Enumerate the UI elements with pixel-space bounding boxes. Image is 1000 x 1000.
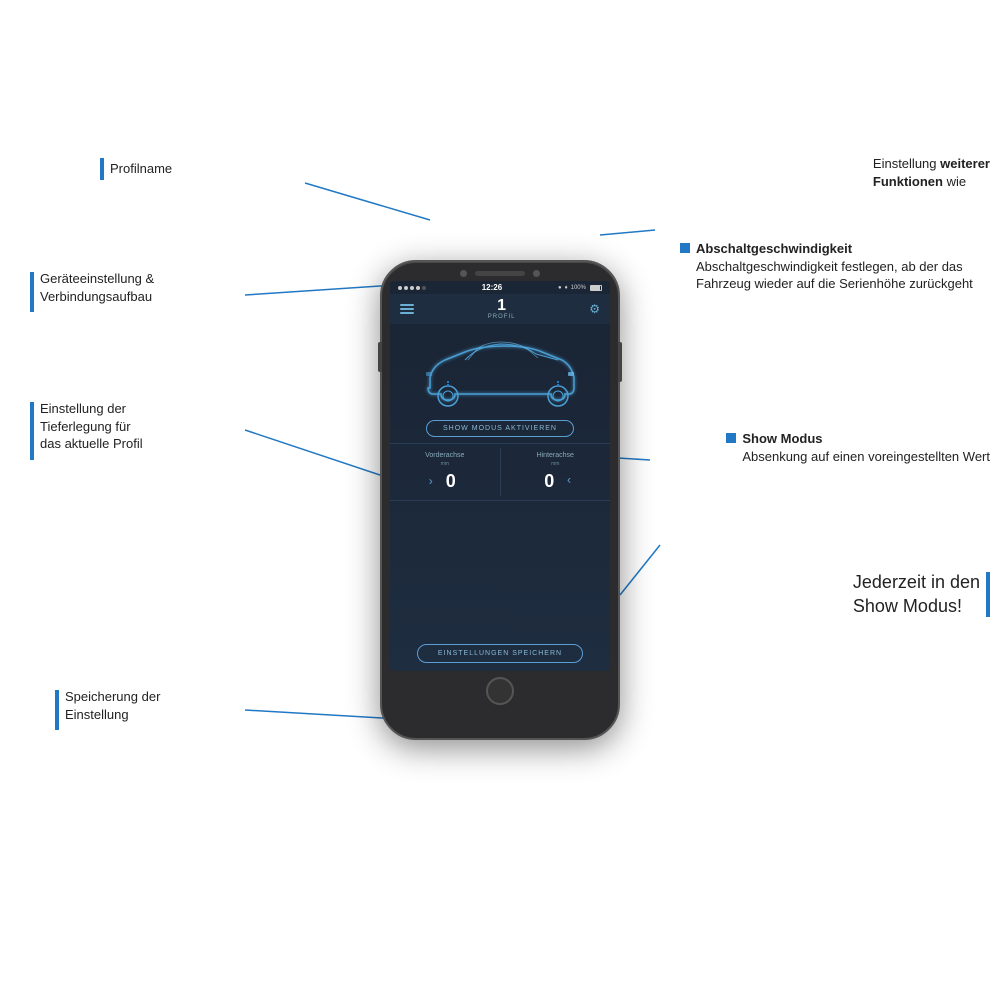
- rear-axle-value: 0: [539, 471, 559, 492]
- label-weitere-funktionen: Einstellung weiterer Funktionen wie: [873, 155, 990, 190]
- phone-camera: [460, 270, 467, 277]
- label-tieferlegung: Einstellung der Tieferlegung für das akt…: [30, 400, 143, 460]
- phone-camera-2: [533, 270, 540, 277]
- phone-speaker: [475, 271, 525, 276]
- phone-top-bar: [382, 262, 618, 281]
- car-image: [410, 328, 590, 418]
- label-profilname: Profilname: [100, 158, 172, 180]
- label-jederzeit: Jederzeit in den Show Modus! /* bigger t…: [853, 570, 990, 619]
- rear-decrease-button[interactable]: ›: [567, 474, 571, 488]
- save-settings-button[interactable]: EINSTELLUNGEN SPEICHERN: [417, 644, 583, 663]
- phone-bottom: [382, 671, 618, 713]
- car-section: SHOW MODUS AKTIVIEREN Vorderachse mm › 0: [390, 324, 610, 671]
- phone-mockup: 12:26 ●♦100% 1 PROFIL ⚙: [380, 260, 620, 740]
- front-axle-controls: › 0: [429, 471, 461, 492]
- phone-screen: 12:26 ●♦100% 1 PROFIL ⚙: [390, 281, 610, 671]
- status-bar: 12:26 ●♦100%: [390, 281, 610, 294]
- profil-number: 1: [488, 298, 516, 314]
- rear-axle-controls: 0 ›: [539, 471, 571, 492]
- front-axle-label: Vorderachse mm: [425, 452, 464, 469]
- show-modus-button[interactable]: SHOW MODUS AKTIVIEREN: [426, 420, 574, 437]
- status-icons: ●♦100%: [558, 285, 602, 291]
- rear-axle-label: Hinterachse mm: [537, 452, 574, 469]
- signal-dots: [398, 286, 426, 290]
- hamburger-icon[interactable]: [400, 304, 414, 314]
- label-speicherung: Speicherung der Einstellung: [55, 688, 160, 730]
- app-header: 1 PROFIL ⚙: [390, 294, 610, 324]
- label-show-modus: Show Modus Absenkung auf einen voreinges…: [726, 430, 990, 465]
- profil-center: 1 PROFIL: [488, 298, 516, 320]
- label-geraet: Geräteeinstellung & Verbindungsaufbau: [30, 270, 154, 312]
- rear-axle-col: Hinterachse mm 0 ›: [501, 448, 611, 496]
- front-decrease-button[interactable]: ›: [429, 474, 433, 488]
- front-axle-col: Vorderachse mm › 0: [390, 448, 500, 496]
- gear-icon[interactable]: ⚙: [589, 302, 600, 316]
- profil-label: PROFIL: [488, 314, 516, 320]
- home-button[interactable]: [486, 677, 514, 705]
- front-axle-value: 0: [441, 471, 461, 492]
- status-time: 12:26: [482, 283, 502, 292]
- axle-section: Vorderachse mm › 0 Hinterachse mm: [390, 443, 610, 501]
- label-abschalt: Abschaltgeschwindigkeit Abschaltgeschwin…: [680, 240, 990, 293]
